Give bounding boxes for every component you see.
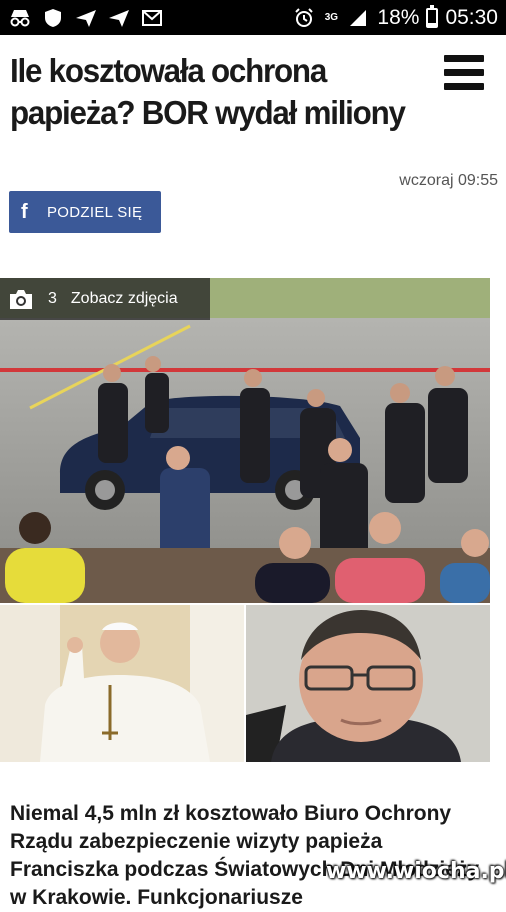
incognito-icon [8, 7, 32, 29]
facebook-icon: f [21, 200, 28, 223]
official-photo[interactable] [246, 605, 490, 762]
camera-icon [10, 290, 32, 309]
battery-level [428, 22, 437, 26]
gmail-icon [140, 7, 164, 29]
hamburger-menu-icon[interactable] [444, 55, 484, 91]
watermark: www.wiocha.pl [326, 859, 506, 884]
battery-percent: 18% [377, 5, 420, 29]
article-lead: Niemal 4,5 mln zł kosztowało Biuro Ochro… [10, 802, 480, 909]
alarm-icon [292, 7, 316, 29]
network-type: 3G [324, 12, 339, 23]
status-bar: 3G 18% 05:30 [0, 0, 506, 35]
gallery-button[interactable]: 3 Zobacz zdjęcia [0, 278, 210, 320]
gallery-count: 3 [48, 290, 57, 307]
send-icon [74, 7, 98, 29]
battery-icon [426, 4, 439, 28]
main-photo[interactable] [0, 278, 490, 603]
clock: 05:30 [445, 5, 498, 29]
publish-timestamp: wczoraj 09:55 [399, 172, 498, 189]
notification-icons [8, 7, 164, 29]
article-headline: Ile kosztowała ochrona papieża? BOR wyda… [10, 52, 406, 131]
pope-photo[interactable] [0, 605, 244, 762]
system-icons: 3G 18% 05:30 [292, 4, 498, 30]
gallery-label: Zobacz zdjęcia [70, 290, 178, 307]
send-icon [107, 7, 131, 29]
signal-icon [346, 7, 370, 29]
facebook-share-button[interactable]: f PODZIEL SIĘ [9, 191, 161, 233]
shield-icon [41, 7, 65, 29]
share-label: PODZIEL SIĘ [47, 203, 143, 221]
